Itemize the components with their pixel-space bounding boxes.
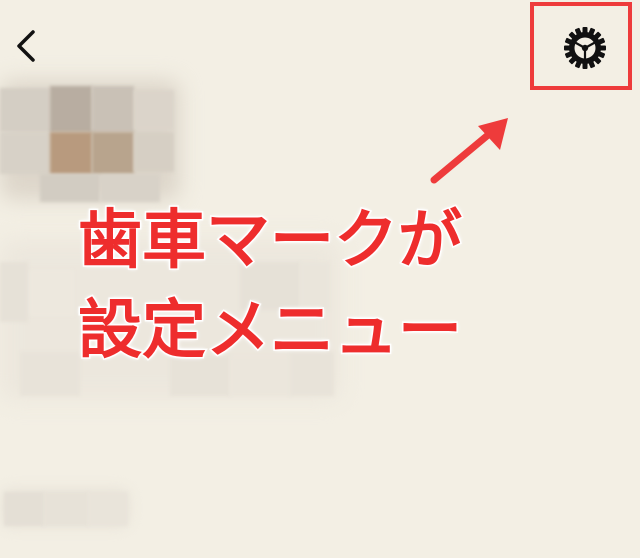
annotation-line-2: 設定メニュー [77,293,464,370]
profile-subtext [0,488,130,528]
annotation-caption: 歯車マークが 設定メニュー [77,196,558,376]
app-screen: 歯車マークが 設定メニュー [0,0,640,558]
avatar [0,80,180,200]
settings-highlight-box [530,2,632,90]
annotation-line-1: 歯車マークが [77,203,464,280]
arrow-icon [430,118,508,184]
back-button[interactable] [8,24,44,68]
chevron-left-icon [17,30,35,62]
